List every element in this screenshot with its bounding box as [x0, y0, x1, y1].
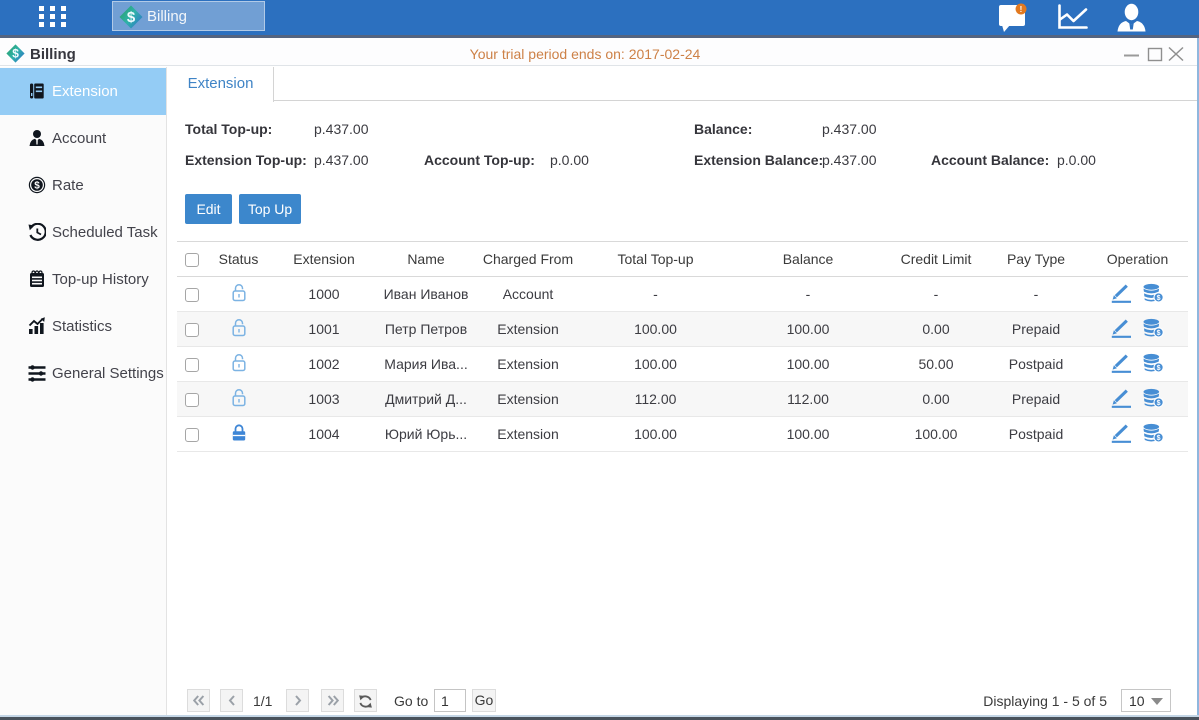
svg-text:$: $	[1157, 330, 1161, 337]
svg-text:!: !	[1020, 5, 1023, 14]
svg-text:$: $	[127, 9, 136, 26]
svg-text:$: $	[34, 181, 40, 192]
svg-text:$: $	[1157, 400, 1161, 407]
svg-text:$: $	[1157, 295, 1161, 302]
svg-text:$: $	[1157, 365, 1161, 372]
svg-text:$: $	[1157, 435, 1161, 442]
